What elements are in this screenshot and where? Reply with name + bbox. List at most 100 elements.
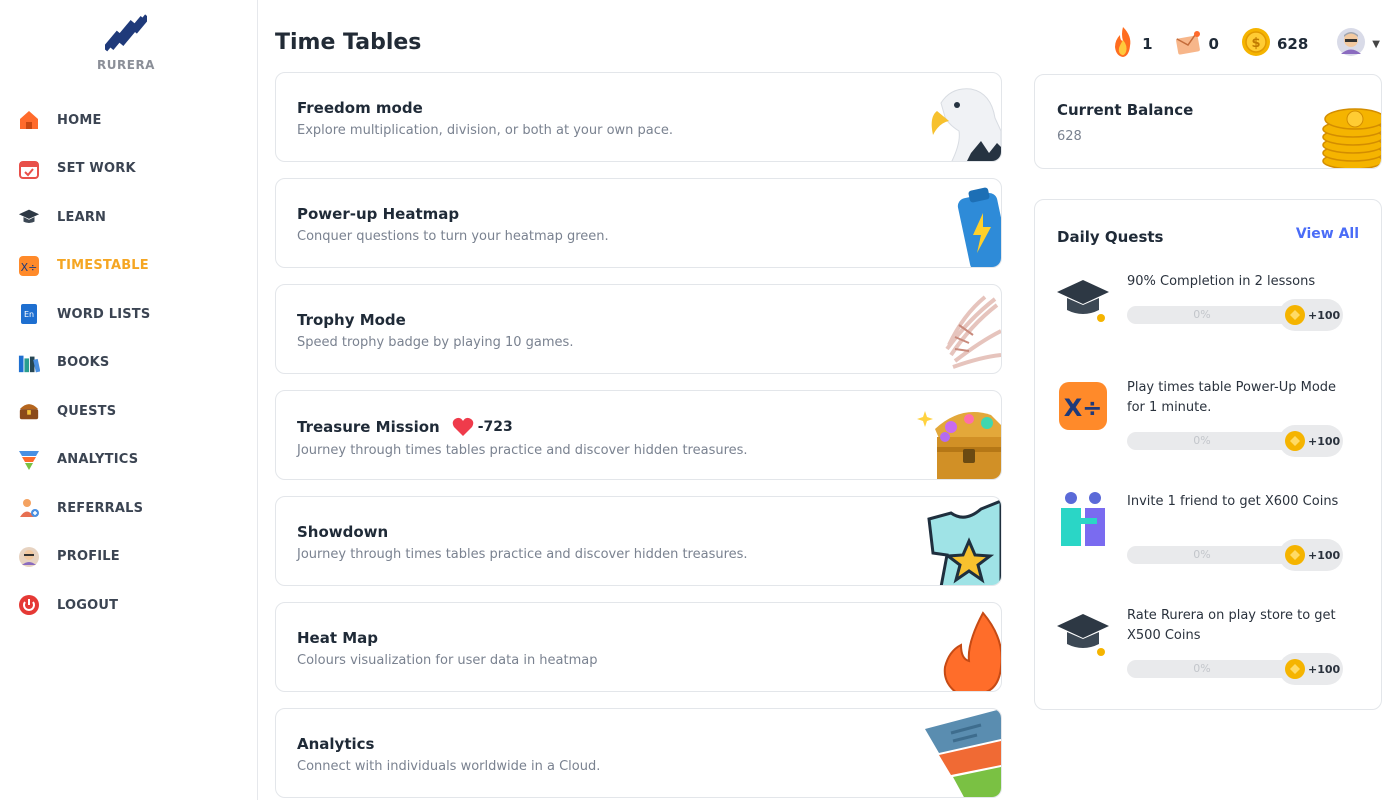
card-description: Journey through times tables practice an… [297, 547, 748, 562]
reward-value: +100 [1308, 308, 1341, 322]
sidebar-item-profile[interactable]: PROFILE [0, 533, 258, 582]
card-title: Treasure Mission -723 [297, 417, 513, 437]
brand-name: RURERA [97, 58, 155, 72]
battery-icon [957, 187, 1001, 267]
sidebar-item-label: SET WORK [57, 161, 136, 177]
sidebar-item-label: LEARN [57, 209, 107, 225]
heart-icon [452, 417, 474, 436]
calendar-icon [18, 158, 40, 180]
sidebar-item-word-lists[interactable]: En WORD LISTS [0, 290, 258, 339]
svg-text:X÷: X÷ [21, 261, 38, 274]
calculator-icon: X÷ [1059, 382, 1107, 430]
sidebar-item-logout[interactable]: LOGOUT [0, 581, 258, 630]
card-title: Trophy Mode [297, 311, 406, 329]
reward-badge: +100 [1279, 653, 1343, 685]
sidebar-item-analytics[interactable]: ANALYTICS [0, 436, 258, 485]
quest-item[interactable]: Rate Rurera on play store to get X500 Co… [1055, 606, 1365, 696]
sidebar-item-label: QUESTS [57, 403, 117, 419]
card-description: Connect with individuals worldwide in a … [297, 759, 601, 774]
quest-item[interactable]: 90% Completion in 2 lessons 0% +100 [1055, 272, 1365, 362]
reward-badge: +100 [1279, 425, 1343, 457]
card-description: Speed trophy badge by playing 10 games. [297, 335, 574, 350]
card-trophy-mode[interactable]: Trophy Mode Speed trophy badge by playin… [275, 284, 1002, 374]
brand-logo[interactable]: RURERA [96, 12, 156, 72]
quest-item[interactable]: Invite 1 friend to get X600 Coins 0% +10… [1055, 492, 1365, 582]
fan-icon [945, 295, 1001, 369]
hearts-value: -723 [477, 419, 513, 435]
card-showdown[interactable]: Showdown Journey through times tables pr… [275, 496, 1002, 586]
sidebar-item-referrals[interactable]: REFERRALS [0, 484, 258, 533]
card-analytics[interactable]: Analytics Connect with individuals world… [275, 708, 1002, 798]
treasure-chest-icon [18, 400, 40, 422]
streak-counter[interactable]: 1 [1110, 26, 1153, 62]
progress-text: 0% [1193, 548, 1211, 561]
graduation-cap-icon [1057, 280, 1109, 322]
sidebar-item-books[interactable]: BOOKS [0, 339, 258, 388]
user-menu[interactable]: ▼ [1336, 27, 1380, 61]
reward-value: +100 [1308, 434, 1341, 448]
sidebar-item-label: HOME [57, 112, 102, 128]
hearts-badge: -723 [452, 417, 513, 437]
flame-icon [1110, 26, 1136, 62]
sidebar-item-label: TIMESTABLE [57, 258, 149, 274]
coin-icon: $ [1241, 27, 1271, 61]
messages-counter[interactable]: 0 [1175, 29, 1219, 59]
home-icon [18, 109, 40, 131]
star-shirt-icon [927, 499, 1001, 585]
sidebar-item-quests[interactable]: QUESTS [0, 387, 258, 436]
sidebar-item-learn[interactable]: LEARN [0, 193, 258, 242]
sidebar-item-set-work[interactable]: SET WORK [0, 145, 258, 194]
sidebar-item-label: WORD LISTS [57, 306, 151, 322]
card-description: Conquer questions to turn your heatmap g… [297, 229, 609, 244]
books-icon [18, 352, 40, 374]
card-freedom-mode[interactable]: Freedom mode Explore multiplication, div… [275, 72, 1002, 162]
header-stats: 1 0 $ 628 ▼ [1088, 26, 1380, 62]
card-treasure-mission[interactable]: Treasure Mission -723 Journey through ti… [275, 390, 1002, 480]
friends-icon [1061, 492, 1105, 546]
card-title: Heat Map [297, 629, 379, 647]
avatar [1336, 27, 1366, 61]
coins-counter[interactable]: $ 628 [1241, 27, 1308, 61]
card-description: Journey through times tables practice an… [297, 443, 748, 458]
quest-text: 90% Completion in 2 lessons [1127, 274, 1316, 289]
streak-value: 1 [1142, 35, 1153, 53]
quest-text: Rate Rurera on play store to get X500 Co… [1127, 608, 1336, 643]
funnel-icon [18, 449, 40, 471]
calculator-icon: X÷ [18, 255, 40, 277]
quests-title: Daily Quests [1057, 228, 1164, 246]
card-title: Showdown [297, 523, 389, 541]
sidebar-item-label: BOOKS [57, 355, 110, 371]
eagle-icon [931, 88, 1001, 161]
quest-text: Invite 1 friend to get X600 Coins [1127, 494, 1339, 509]
card-title: Freedom mode [297, 99, 423, 117]
svg-text:$: $ [1251, 36, 1260, 51]
sidebar-item-label: ANALYTICS [57, 452, 139, 468]
daily-quests-panel: Daily Quests View All 90% Completion in … [1034, 199, 1382, 710]
reward-value: +100 [1308, 548, 1341, 562]
view-all-link[interactable]: View All [1296, 226, 1359, 242]
funnel-icon [925, 709, 1001, 797]
card-power-up-heatmap[interactable]: Power-up Heatmap Conquer questions to tu… [275, 178, 1002, 268]
quest-text: Play times table Power-Up Mode for 1 min… [1127, 380, 1337, 415]
user-add-icon [18, 497, 40, 519]
sidebar-item-timestable[interactable]: X÷ TIMESTABLE [0, 242, 258, 291]
card-description: Colours visualization for user data in h… [297, 653, 598, 668]
progress-text: 0% [1193, 434, 1211, 447]
coin-icon [1285, 305, 1305, 325]
quest-progress-bar: 0% +100 [1127, 299, 1343, 331]
card-heat-map[interactable]: Heat Map Colours visualization for user … [275, 602, 1002, 692]
reward-value: +100 [1308, 662, 1341, 676]
page-title: Time Tables [275, 30, 422, 55]
avatar-icon [18, 546, 40, 568]
quest-item[interactable]: X÷ Play times table Power-Up Mode for 1 … [1055, 378, 1365, 468]
coin-icon [1285, 545, 1305, 565]
graduation-cap-icon [18, 206, 40, 228]
logo-icon [105, 14, 147, 52]
envelope-icon [1175, 29, 1203, 59]
quest-progress-bar: 0% +100 [1127, 425, 1343, 457]
sidebar-item-label: PROFILE [57, 549, 120, 565]
sidebar-item-home[interactable]: HOME [0, 96, 258, 145]
treasure-chest-icon [917, 411, 1001, 479]
coin-icon [1285, 431, 1305, 451]
card-title: Analytics [297, 735, 375, 753]
